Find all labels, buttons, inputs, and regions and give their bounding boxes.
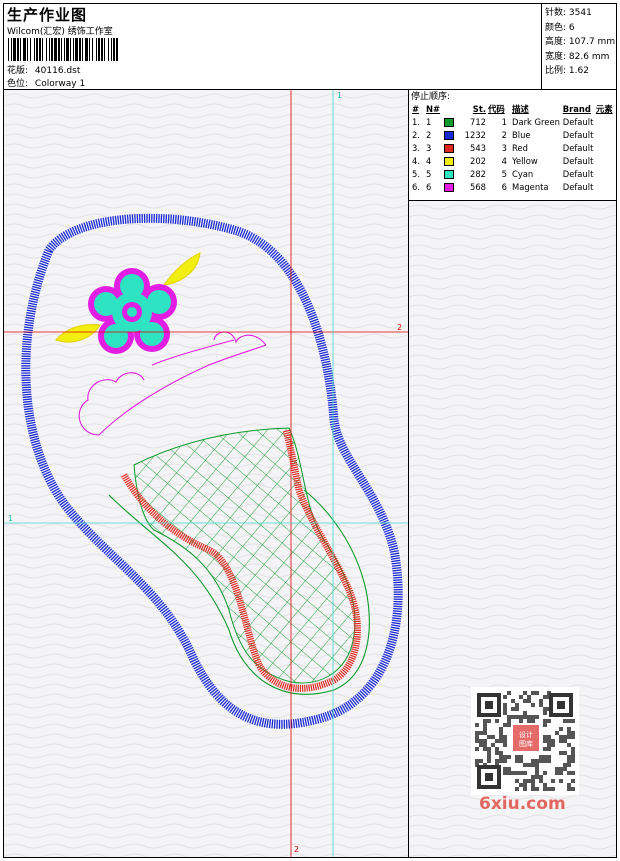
- stop-sequence-table: # N# St. 代码 描述 Brand 元素 1. 1 712 1 Dark Gr…: [411, 103, 614, 193]
- colorway-label: 色位:: [7, 79, 29, 89]
- colorway-name: Colorway 1: [34, 79, 86, 89]
- stat-stitches: 针数: 3541: [545, 8, 592, 18]
- col-hash: #: [412, 104, 420, 114]
- qr-code-watermark: 设计 图库: [471, 687, 579, 795]
- file-name: 40116.dst: [34, 66, 81, 76]
- table-row[interactable]: 1. 1 712 1 Dark Green Default: [411, 115, 614, 128]
- table-row[interactable]: 2. 2 1232 2 Blue Default: [411, 128, 614, 141]
- col-n: N#: [426, 104, 441, 114]
- col-code: 代码: [488, 104, 505, 114]
- file-label: 花版:: [7, 66, 29, 76]
- page-title: 生产作业图: [7, 6, 88, 24]
- stat-height: 高度: 107.7 mm: [545, 37, 616, 47]
- design-canvas: [4, 90, 408, 857]
- color-swatch: [444, 130, 454, 140]
- col-element: 元素: [595, 104, 613, 114]
- stat-colors: 颜色: 6: [545, 22, 575, 33]
- table-header-row: # N# St. 代码 描述 Brand 元素: [411, 103, 614, 115]
- production-worksheet: 生产作业图 Wilcom(汇宏) 绣饰工作室 花版: 40116.dst 色位:…: [3, 3, 617, 858]
- colorway-row: 色位: Colorway 1: [7, 76, 85, 89]
- svg-text:图库: 图库: [519, 739, 533, 748]
- header-info: 生产作业图 Wilcom(汇宏) 绣饰工作室 花版: 40116.dst 色位:…: [4, 4, 542, 90]
- red-guide-label-right: 2: [397, 323, 403, 332]
- table-row[interactable]: 3. 3 543 3 Red Default: [411, 141, 614, 154]
- col-brand: Brand: [562, 104, 591, 114]
- design-stats: 针数: 3541 颜色: 6 高度: 107.7 mm 宽度: 82.6 mm …: [542, 4, 616, 90]
- cyan-guide-label-top: 1: [337, 91, 343, 100]
- col-stitches: St.: [472, 104, 486, 114]
- table-row[interactable]: 6. 6 568 6 Magenta Default: [411, 180, 614, 193]
- software-subtitle: Wilcom(汇宏) 绣饰工作室: [7, 27, 113, 37]
- watermark-site: 6xiu.com: [479, 794, 566, 814]
- stop-sequence-panel: 停止顺序: # N# St. 代码 描述 Brand 元素 1. 1 712 1…: [409, 90, 616, 201]
- color-swatch: [444, 182, 454, 192]
- file-row: 花版: 40116.dst: [7, 63, 80, 76]
- red-guide-label-bottom: 2: [294, 845, 300, 854]
- table-row[interactable]: 5. 5 282 5 Cyan Default: [411, 167, 614, 180]
- qr-stamp-text: 设计: [519, 730, 533, 739]
- cyan-guide-label-left: 1: [8, 514, 14, 523]
- col-desc: 描述: [512, 104, 529, 114]
- barcode: [8, 38, 118, 61]
- design-preview[interactable]: 2 2 1 1: [4, 90, 409, 857]
- color-swatch: [444, 143, 454, 153]
- color-swatch: [444, 117, 454, 127]
- stop-sequence-title: 停止顺序:: [411, 92, 451, 102]
- color-swatch: [444, 156, 454, 166]
- stat-scale: 比例: 1.62: [545, 66, 589, 76]
- stat-width: 宽度: 82.6 mm: [545, 51, 610, 62]
- table-row[interactable]: 4. 4 202 4 Yellow Default: [411, 154, 614, 167]
- color-swatch: [444, 169, 454, 179]
- col-color: [443, 103, 459, 115]
